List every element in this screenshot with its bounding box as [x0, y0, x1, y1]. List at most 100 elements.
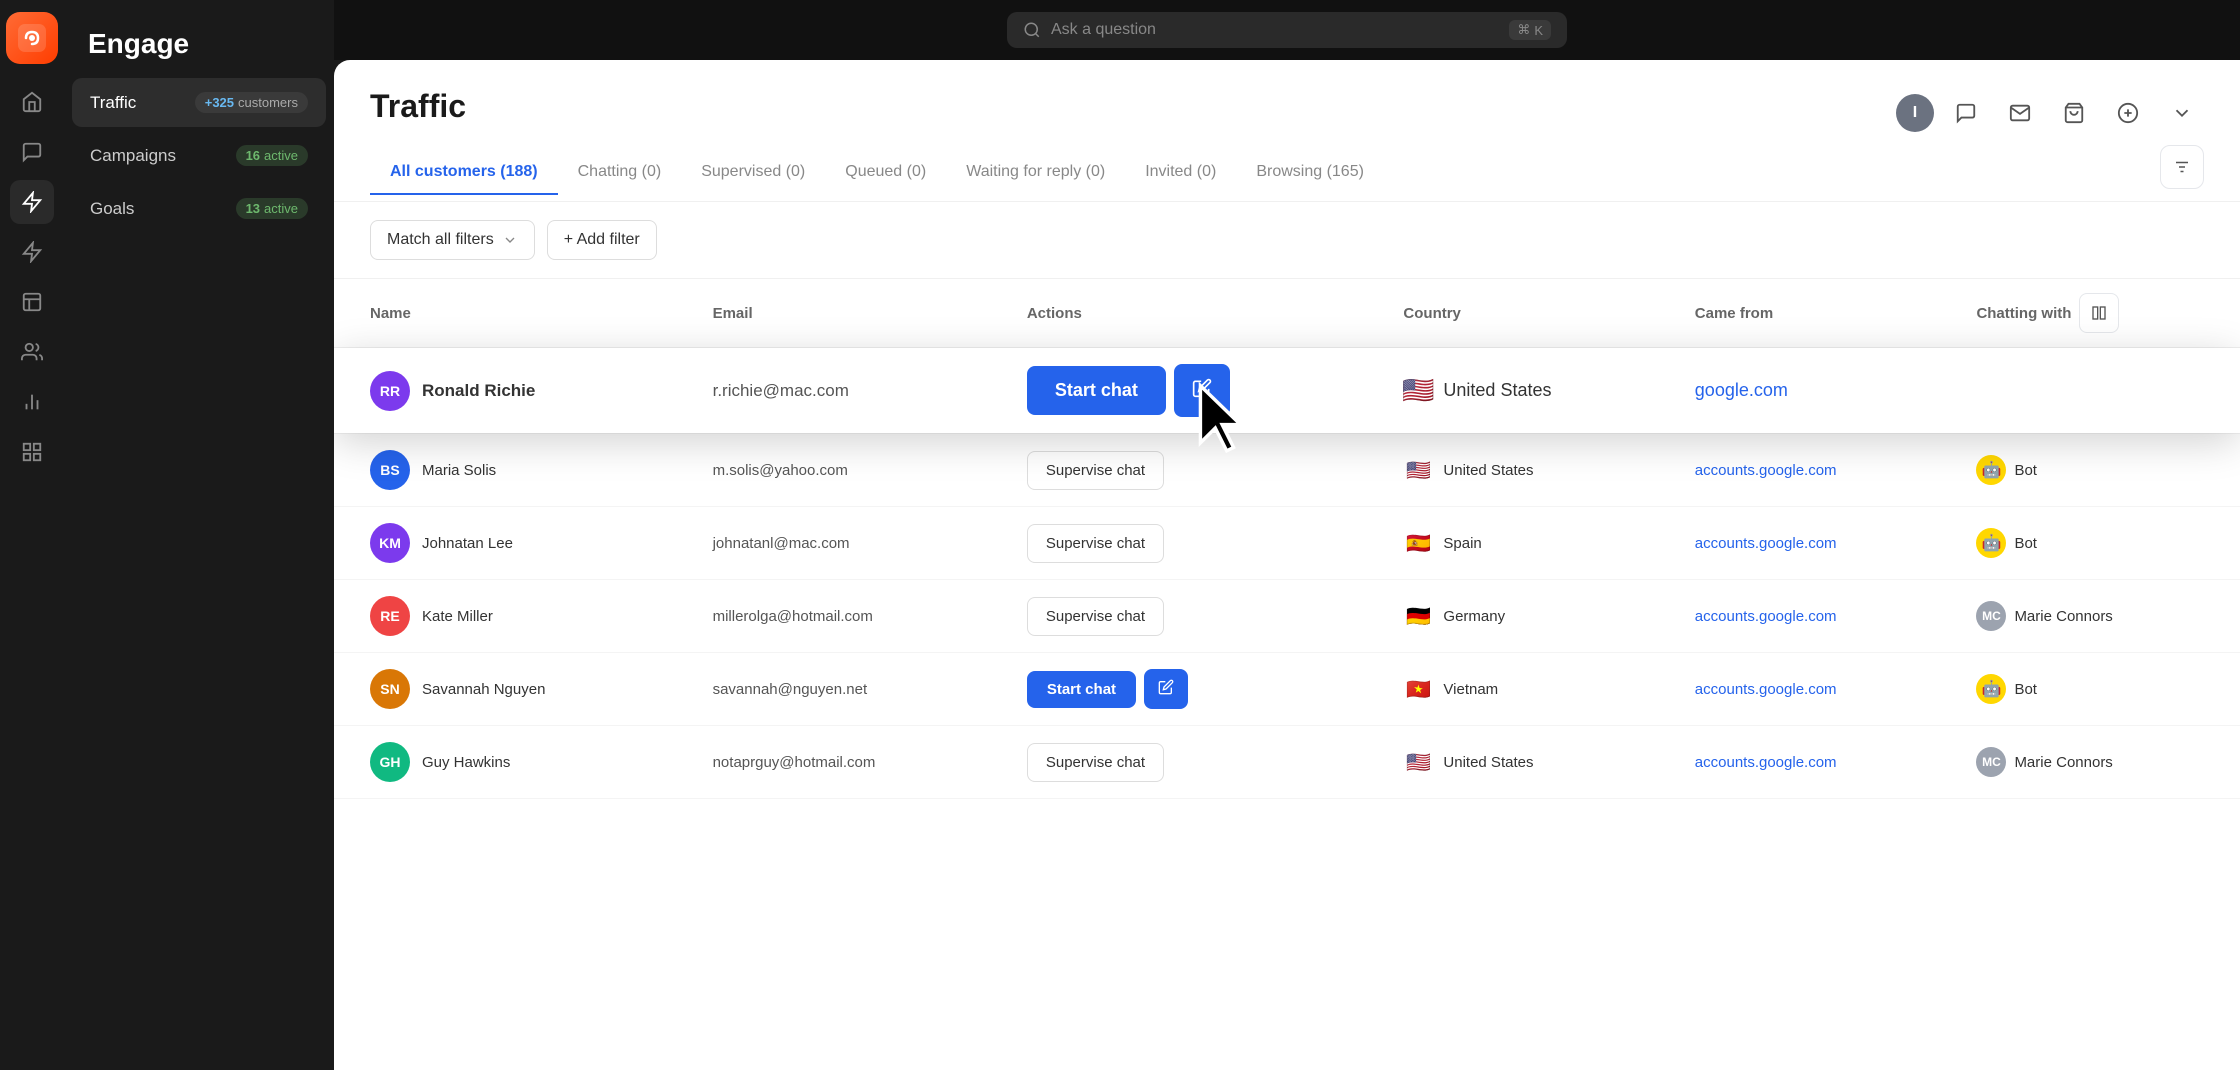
search-placeholder: Ask a question: [1051, 21, 1156, 39]
country-cell-guy: 🇺🇸 United States: [1383, 726, 1674, 799]
came-from-link-maria[interactable]: accounts.google.com: [1695, 462, 1837, 479]
filter-settings-btn[interactable]: [2160, 145, 2204, 189]
email-savannah: savannah@nguyen.net: [713, 681, 868, 698]
avatar-johnatan: KM: [370, 523, 410, 563]
table-row: RR Ronald Richie r.richie@mac.comStart c…: [334, 348, 2240, 434]
country-johnatan: Spain: [1443, 535, 1481, 552]
chatting-cell-savannah: 🤖Bot: [1956, 653, 2240, 726]
email-cell-johnatan: johnatanl@mac.com: [693, 507, 1007, 580]
app-logo[interactable]: [6, 12, 58, 64]
mail-right-icon[interactable]: [1998, 91, 2042, 135]
rail-users-icon[interactable]: [10, 330, 54, 374]
tab-all[interactable]: All customers (188): [370, 151, 558, 195]
profile-initials: I: [1913, 104, 1917, 122]
sidebar-traffic-label: Traffic: [90, 93, 136, 113]
start-chat-btn-ronald[interactable]: Start chat: [1027, 366, 1166, 415]
country-cell-maria: 🇺🇸 United States: [1383, 434, 1674, 507]
name-guy: Guy Hawkins: [422, 754, 510, 771]
profile-icon-btn[interactable]: I: [1896, 94, 1934, 132]
rail-grid-icon[interactable]: [10, 430, 54, 474]
supervise-btn-guy[interactable]: Supervise chat: [1027, 743, 1164, 782]
sidebar-item-campaigns[interactable]: Campaigns 16 active: [72, 131, 326, 180]
came-from-cell-savannah[interactable]: accounts.google.com: [1675, 653, 1957, 726]
came-from-cell-ronald[interactable]: google.com: [1675, 348, 1957, 434]
rail-home-icon[interactable]: [10, 80, 54, 124]
country-savannah: Vietnam: [1443, 681, 1498, 698]
came-from-link-guy[interactable]: accounts.google.com: [1695, 754, 1837, 771]
table-row: GH Guy Hawkins notaprguy@hotmail.com Supe…: [334, 726, 2240, 799]
chevron-expand-icon[interactable]: [2160, 91, 2204, 135]
email-kate: millerolga@hotmail.com: [713, 608, 873, 625]
chatting-name-guy: Marie Connors: [2014, 754, 2112, 771]
tab-supervised[interactable]: Supervised (0): [681, 151, 825, 195]
table-container: Name Email Actions Country Came from: [334, 279, 2240, 1070]
tab-chatting[interactable]: Chatting (0): [558, 151, 682, 195]
came-from-cell-maria[interactable]: accounts.google.com: [1675, 434, 1957, 507]
chatting-name-savannah: Bot: [2014, 681, 2037, 698]
country-cell-kate: 🇩🇪 Germany: [1383, 580, 1674, 653]
rail-engage-icon[interactable]: [10, 180, 54, 224]
name-cell-guy: GH Guy Hawkins: [334, 726, 693, 799]
campaigns-badge: 16 active: [236, 145, 308, 166]
shortcut-cmd: ⌘: [1517, 22, 1530, 38]
came-from-cell-guy[interactable]: accounts.google.com: [1675, 726, 1957, 799]
action-cell-maria: Supervise chat: [1007, 434, 1384, 507]
add-filter-button[interactable]: + Add filter: [547, 220, 657, 260]
email-cell-guy: notaprguy@hotmail.com: [693, 726, 1007, 799]
tab-queued[interactable]: Queued (0): [825, 151, 946, 195]
panel-header: Traffic I: [334, 60, 2240, 202]
came-from-cell-kate[interactable]: accounts.google.com: [1675, 580, 1957, 653]
tab-waiting[interactable]: Waiting for reply (0): [946, 151, 1125, 195]
sidebar-item-traffic[interactable]: Traffic +325 customers: [72, 78, 326, 127]
tab-browsing[interactable]: Browsing (165): [1236, 151, 1384, 195]
crm-right-icon[interactable]: [2106, 91, 2150, 135]
country-guy: United States: [1443, 754, 1533, 771]
edit-btn-savannah[interactable]: [1144, 669, 1188, 709]
email-johnatan: johnatanl@mac.com: [713, 535, 850, 552]
rail-lightning-icon[interactable]: [10, 230, 54, 274]
came-from-cell-johnatan[interactable]: accounts.google.com: [1675, 507, 1957, 580]
edit-btn-ronald[interactable]: [1174, 364, 1230, 417]
campaigns-label: active: [264, 148, 298, 163]
rail-box-icon[interactable]: [10, 280, 54, 324]
action-cell-guy: Supervise chat: [1007, 726, 1384, 799]
content-panel: Traffic I: [334, 60, 2240, 1070]
email-cell-ronald: r.richie@mac.com: [693, 348, 1007, 434]
supervise-btn-johnatan[interactable]: Supervise chat: [1027, 524, 1164, 563]
table-row: SN Savannah Nguyen savannah@nguyen.net St…: [334, 653, 2240, 726]
columns-toggle-btn[interactable]: [2079, 293, 2119, 333]
table-row: KM Johnatan Lee johnatanl@mac.com Supervi…: [334, 507, 2240, 580]
email-maria: m.solis@yahoo.com: [713, 462, 848, 479]
email-cell-maria: m.solis@yahoo.com: [693, 434, 1007, 507]
email-ronald: r.richie@mac.com: [713, 381, 849, 400]
traffic-label: customers: [238, 95, 298, 110]
name-johnatan: Johnatan Lee: [422, 535, 513, 552]
supervise-btn-kate[interactable]: Supervise chat: [1027, 597, 1164, 636]
came-from-link-savannah[interactable]: accounts.google.com: [1695, 681, 1837, 698]
came-from-link-ronald[interactable]: google.com: [1695, 380, 1788, 400]
sidebar-item-goals[interactable]: Goals 13 active: [72, 184, 326, 233]
match-filter-dropdown[interactable]: Match all filters: [370, 220, 535, 260]
avatar-guy: GH: [370, 742, 410, 782]
came-from-link-johnatan[interactable]: accounts.google.com: [1695, 535, 1837, 552]
rail-chat-icon[interactable]: [10, 130, 54, 174]
flag-kate: 🇩🇪: [1403, 606, 1433, 626]
start-chat-btn-savannah[interactable]: Start chat: [1027, 671, 1136, 708]
came-from-link-kate[interactable]: accounts.google.com: [1695, 608, 1837, 625]
rail-chart-icon[interactable]: [10, 380, 54, 424]
chatting-cell-johnatan: 🤖Bot: [1956, 507, 2240, 580]
sidebar: Engage Traffic +325 customers Campaigns …: [64, 0, 334, 1070]
person-avatar-kate: MC: [1976, 601, 2006, 631]
supervise-btn-maria[interactable]: Supervise chat: [1027, 451, 1164, 490]
sidebar-title: Engage: [64, 0, 334, 76]
person-avatar-guy: MC: [1976, 747, 2006, 777]
tab-invited[interactable]: Invited (0): [1125, 151, 1236, 195]
table-row: RE Kate Miller millerolga@hotmail.comSup…: [334, 580, 2240, 653]
bot-avatar-johnatan: 🤖: [1976, 528, 2006, 558]
name-savannah: Savannah Nguyen: [422, 681, 545, 698]
name-cell-savannah: SN Savannah Nguyen: [334, 653, 693, 726]
shop-right-icon[interactable]: [2052, 91, 2096, 135]
filter-label: Match all filters: [387, 231, 494, 249]
chat-right-icon[interactable]: [1944, 91, 1988, 135]
search-bar[interactable]: Ask a question ⌘ K: [1007, 12, 1567, 48]
